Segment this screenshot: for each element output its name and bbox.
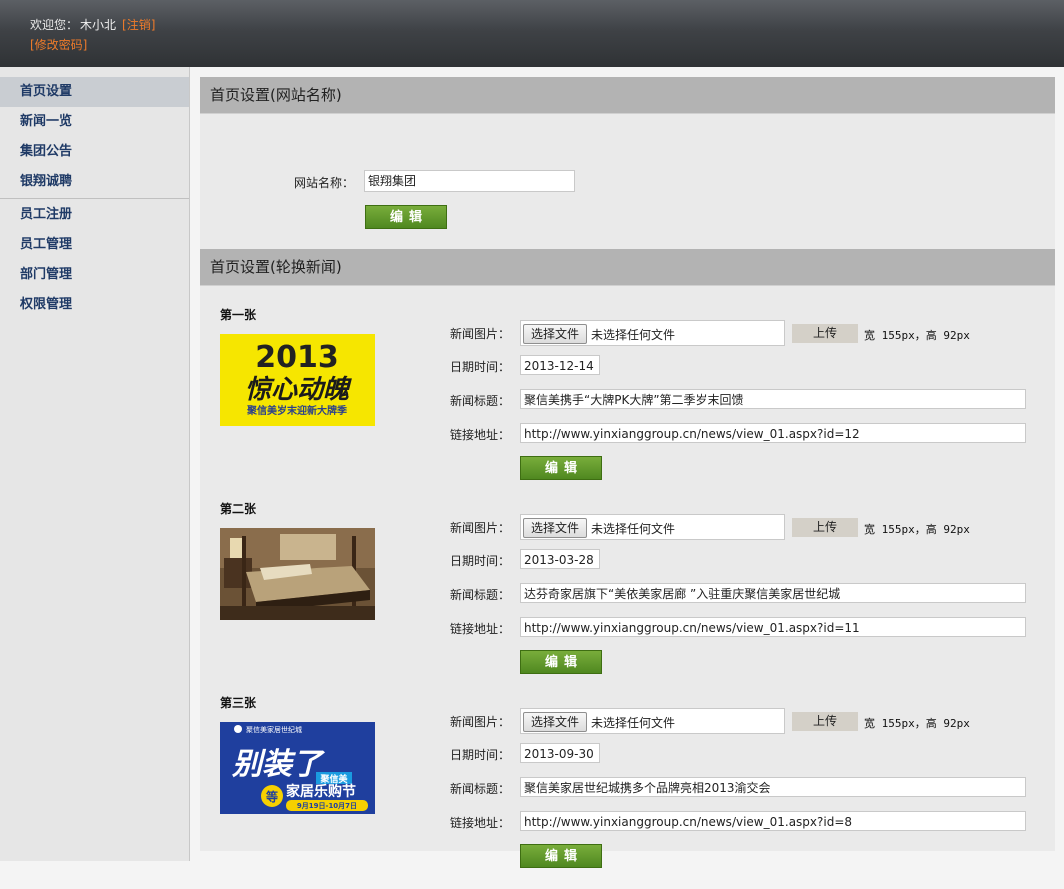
slide-1-thumbnail: 2013 惊心动魄 聚信美岁末迎新大牌季 [220, 334, 375, 426]
sidebar: 首页设置 新闻一览 集团公告 银翔诚聘 员工注册 员工管理 部门管理 权限管理 [0, 67, 190, 861]
news-title-label: 新闻标题： [450, 394, 511, 408]
slide-edit-button[interactable]: 编辑 [520, 844, 602, 868]
date-label: 日期时间： [450, 554, 511, 568]
slide-3-thumbnail: 聚信美家居世纪城 别装了 聚信美 等 家居乐购节 9月19日-10月7日 [220, 722, 375, 814]
sidebar-item-home-settings[interactable]: 首页设置 [0, 77, 189, 107]
thumb-brand: 聚信美家居世纪城 [246, 725, 302, 734]
main-content: 首页设置(网站名称) 网站名称： 银翔集团 编辑 首页设置(轮换新闻) 第一张 … [200, 77, 1055, 868]
image-size-note: 宽 155px，高 92px [864, 523, 970, 536]
no-file-text: 未选择任何文件 [591, 522, 676, 536]
news-title-input[interactable]: 聚信美携手“大牌PK大牌”第二季岁末回馈 [520, 389, 1026, 409]
slide-heading: 第一张 [220, 308, 257, 322]
change-password-link[interactable]: [修改密码] [30, 37, 155, 53]
site-name-form: 网站名称： 银翔集团 编辑 [200, 114, 1055, 249]
sidebar-divider [0, 198, 189, 199]
image-size-note: 宽 155px，高 92px [864, 329, 970, 342]
choose-file-button[interactable]: 选择文件 [523, 324, 588, 344]
upload-button[interactable]: 上传 [792, 324, 858, 343]
section-header-site-name: 首页设置(网站名称) [200, 77, 1055, 114]
carousel-slides: 第一张 2013 惊心动魄 聚信美岁末迎新大牌季 新闻图片： 选择文件 未选择任… [200, 286, 1055, 889]
date-label: 日期时间： [450, 360, 511, 374]
sidebar-item-department-manage[interactable]: 部门管理 [0, 260, 189, 290]
upload-button[interactable]: 上传 [792, 712, 858, 731]
date-input[interactable]: 2013-09-30 [520, 743, 600, 763]
link-label: 链接地址： [450, 622, 511, 636]
slide-1: 第一张 2013 惊心动魄 聚信美岁末迎新大牌季 新闻图片： 选择文件 未选择任… [200, 306, 1055, 500]
link-input[interactable]: http://www.yinxianggroup.cn/news/view_01… [520, 811, 1026, 831]
slide-heading: 第三张 [220, 696, 257, 710]
sidebar-item-recruitment[interactable]: 银翔诚聘 [0, 167, 189, 197]
date-input[interactable]: 2013-03-28 [520, 549, 600, 569]
no-file-text: 未选择任何文件 [591, 328, 676, 342]
date-label: 日期时间： [450, 748, 511, 762]
link-label: 链接地址： [450, 816, 511, 830]
thumb-headline: 别装了 [231, 747, 325, 782]
sidebar-item-news-list[interactable]: 新闻一览 [0, 107, 189, 137]
news-title-label: 新闻标题： [450, 588, 511, 602]
link-label: 链接地址： [450, 428, 511, 442]
thumb-fest: 家居乐购节 [286, 783, 356, 800]
logout-link[interactable]: [注销] [122, 18, 155, 32]
site-name-edit-button[interactable]: 编辑 [365, 205, 447, 229]
site-name-input[interactable]: 银翔集团 [364, 170, 575, 192]
news-title-label: 新闻标题： [450, 782, 511, 796]
choose-file-button[interactable]: 选择文件 [523, 518, 588, 538]
username: 木小北 [80, 18, 117, 32]
news-image-file-input: 选择文件 未选择任何文件 [520, 514, 785, 540]
slide-heading: 第二张 [220, 502, 257, 516]
news-image-label: 新闻图片： [450, 715, 511, 729]
thumb-subline: 聚信美岁末迎新大牌季 [246, 404, 348, 417]
section-header-carousel: 首页设置(轮换新闻) [200, 249, 1055, 286]
slide-edit-button[interactable]: 编辑 [520, 650, 602, 674]
news-image-label: 新闻图片： [450, 327, 511, 341]
news-title-input[interactable]: 达芬奇家居旗下“美依美家居廊 ”入驻重庆聚信美家居世纪城 [520, 583, 1026, 603]
date-input[interactable]: 2013-12-14 [520, 355, 600, 375]
thumb-dates: 9月19日-10月7日 [297, 802, 357, 810]
thumb-badge: 等 [265, 789, 278, 804]
news-title-input[interactable]: 聚信美家居世纪城携多个品牌亮相2013渝交会 [520, 777, 1026, 797]
choose-file-button[interactable]: 选择文件 [523, 712, 588, 732]
top-header: 欢迎您： 木小北 [注销] [修改密码] [0, 0, 1064, 67]
sidebar-item-permission-manage[interactable]: 权限管理 [0, 290, 189, 320]
sidebar-item-group-notice[interactable]: 集团公告 [0, 137, 189, 167]
welcome-label: 欢迎您： [30, 18, 79, 32]
sidebar-item-employee-register[interactable]: 员工注册 [0, 200, 189, 230]
slide-3: 第三张 聚信美家居世纪城 别装了 聚信美 等 家居乐购节 9月19日-10月7日… [200, 694, 1055, 888]
link-input[interactable]: http://www.yinxianggroup.cn/news/view_01… [520, 617, 1026, 637]
slide-edit-button[interactable]: 编辑 [520, 456, 602, 480]
slide-2-thumbnail [220, 528, 375, 620]
no-file-text: 未选择任何文件 [591, 716, 676, 730]
slide-2: 第二张 新闻图片： 选择文件 未选择任何文件 上传 宽 155px，高 92px… [200, 500, 1055, 694]
news-image-file-input: 选择文件 未选择任何文件 [520, 320, 785, 346]
thumb-year: 2013 [255, 340, 339, 375]
site-name-label: 网站名称： [294, 176, 355, 190]
sidebar-item-employee-manage[interactable]: 员工管理 [0, 230, 189, 260]
news-image-file-input: 选择文件 未选择任何文件 [520, 708, 785, 734]
image-size-note: 宽 155px，高 92px [864, 717, 970, 730]
upload-button[interactable]: 上传 [792, 518, 858, 537]
thumb-headline: 惊心动魄 [245, 375, 352, 405]
welcome-area: 欢迎您： 木小北 [注销] [修改密码] [30, 17, 155, 53]
news-image-label: 新闻图片： [450, 521, 511, 535]
link-input[interactable]: http://www.yinxianggroup.cn/news/view_01… [520, 423, 1026, 443]
